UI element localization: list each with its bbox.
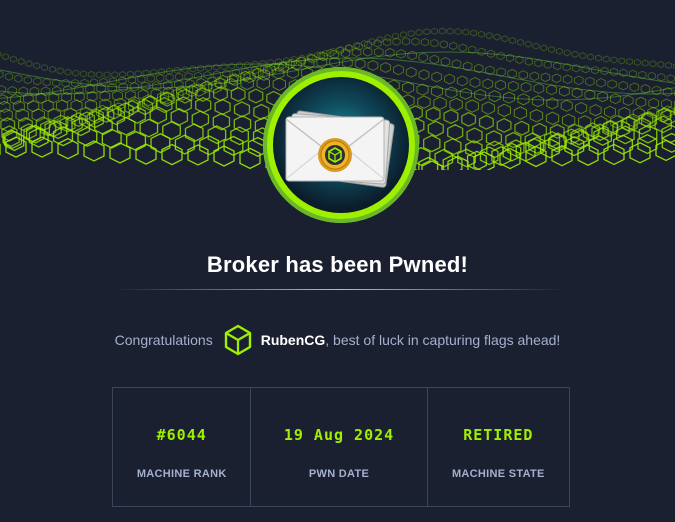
machine-avatar-inner bbox=[273, 77, 409, 213]
congrats-prefix: Congratulations bbox=[114, 332, 213, 348]
stat-pwn-date: 19 Aug 2024 PWN DATE bbox=[251, 388, 428, 506]
envelope-icon bbox=[285, 110, 395, 188]
stat-machine-state: RETIRED MACHINE STATE bbox=[428, 388, 569, 506]
machine-state-value: RETIRED bbox=[463, 426, 534, 444]
pwn-date-value: 19 Aug 2024 bbox=[283, 426, 395, 444]
machine-avatar bbox=[263, 67, 419, 223]
page-title: Broker has been Pwned! bbox=[206, 252, 469, 277]
stat-machine-rank: #6044 MACHINE RANK bbox=[113, 388, 252, 506]
congrats-suffix: , best of luck in capturing flags ahead! bbox=[325, 332, 561, 348]
machine-rank-value: #6044 bbox=[156, 426, 207, 444]
machine-rank-label: MACHINE RANK bbox=[136, 468, 227, 480]
machine-state-label: MACHINE STATE bbox=[451, 468, 545, 480]
username-link[interactable]: RubenCG bbox=[261, 332, 326, 348]
cube-icon bbox=[223, 324, 253, 356]
divider bbox=[112, 289, 567, 290]
stats-panel: #6044 MACHINE RANK 19 Aug 2024 PWN DATE … bbox=[112, 387, 570, 507]
pwn-date-label: PWN DATE bbox=[308, 468, 370, 480]
congrats-message: Congratulations RubenCG , best of luck i… bbox=[0, 322, 675, 358]
